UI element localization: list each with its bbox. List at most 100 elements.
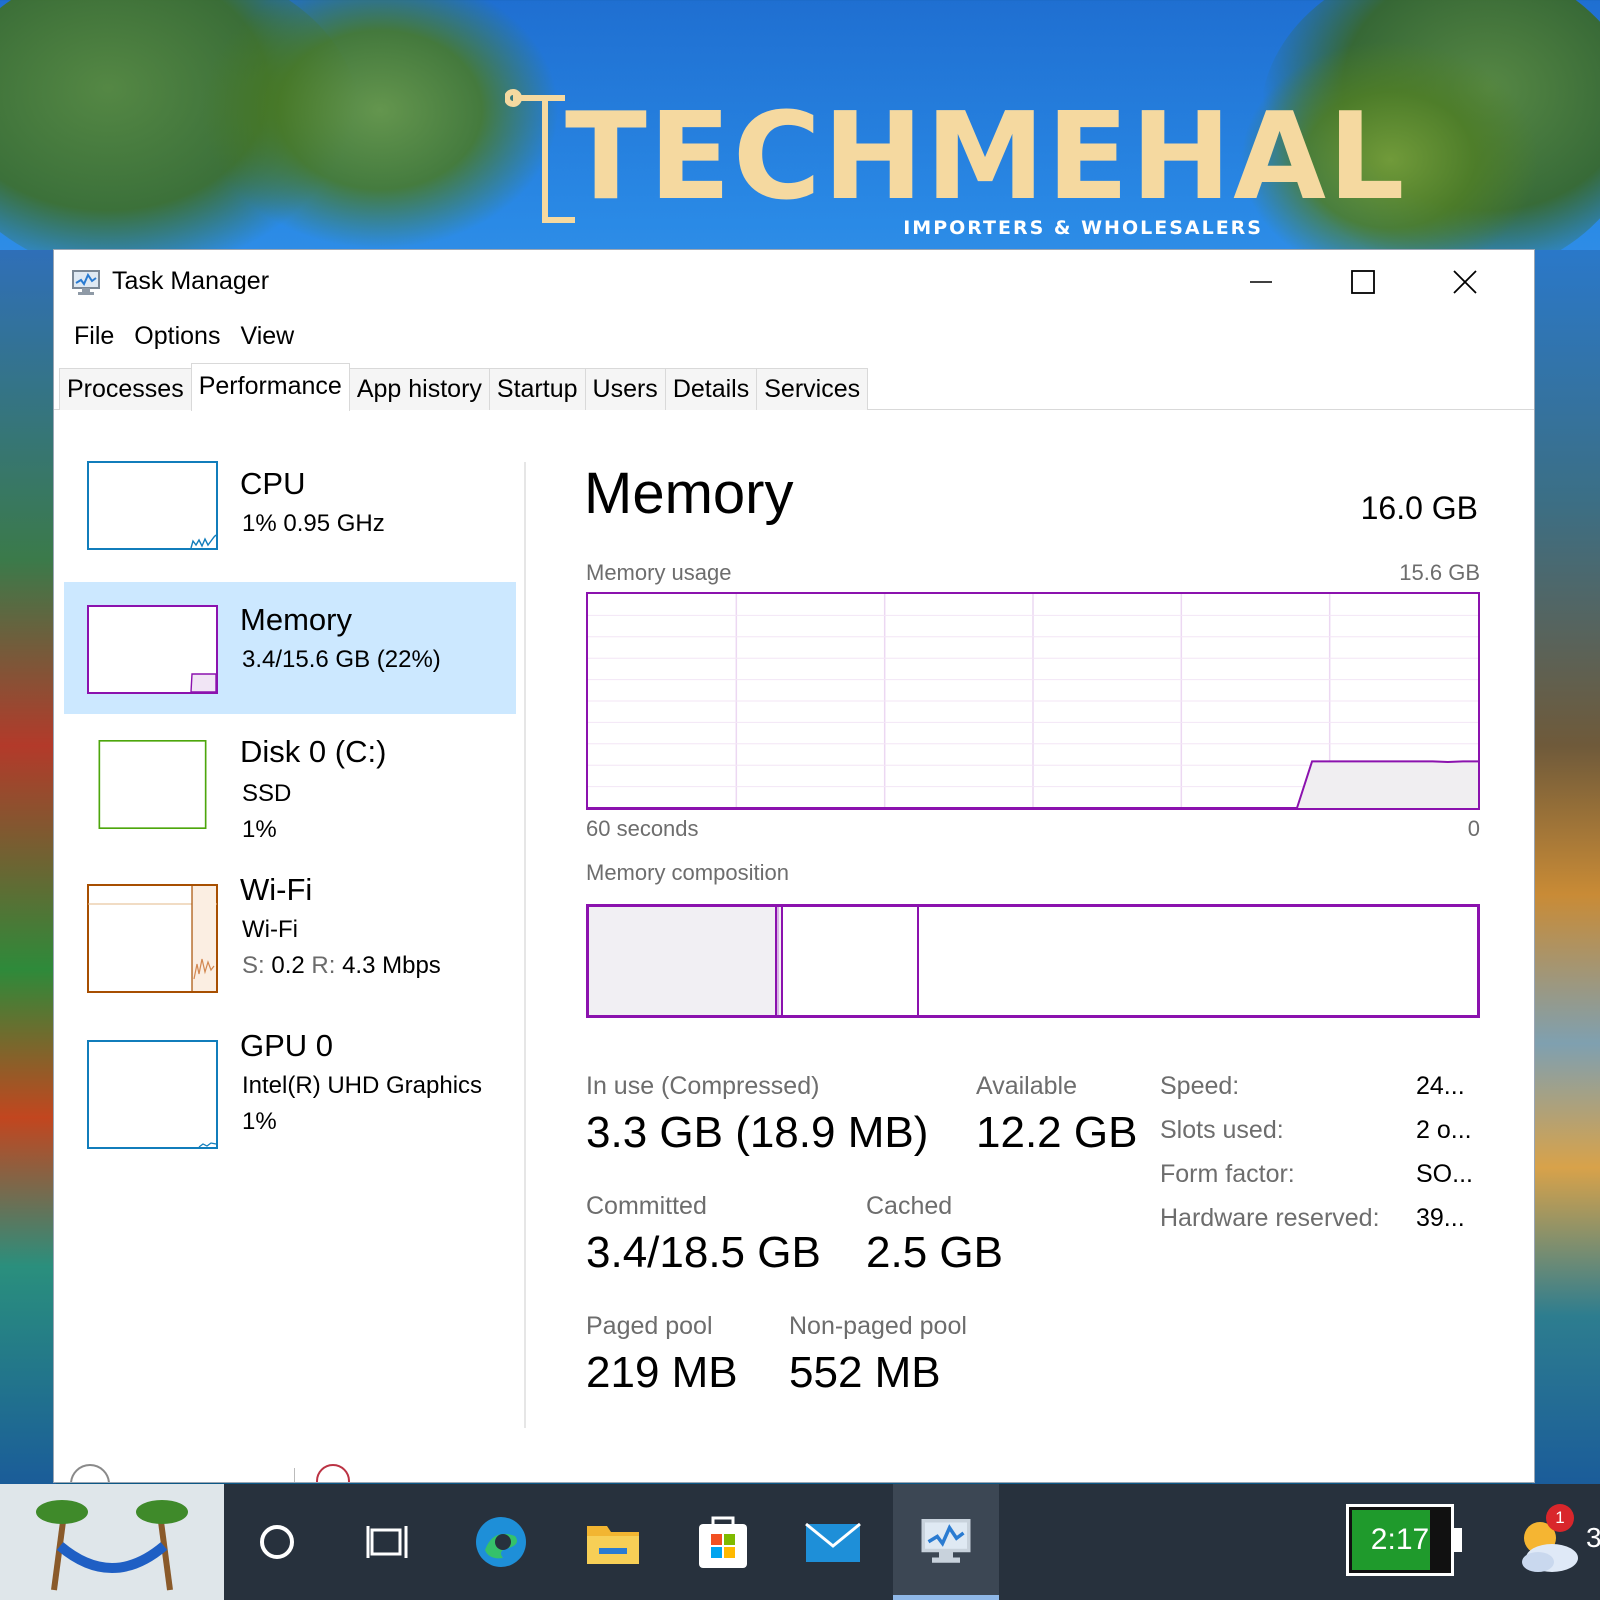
in-use-value: 3.3 GB (18.9 MB) bbox=[586, 1108, 929, 1157]
tab-processes[interactable]: Processes bbox=[59, 368, 192, 410]
sidebar-memory-title: Memory bbox=[240, 602, 352, 637]
resource-monitor-icon[interactable] bbox=[316, 1464, 350, 1482]
title-bar[interactable]: Task Manager bbox=[54, 250, 1534, 314]
notification-badge: 1 bbox=[1546, 1504, 1574, 1532]
sidebar-wifi-title: Wi-Fi bbox=[240, 872, 313, 907]
graph-time-end: 0 bbox=[1467, 816, 1480, 841]
paged-pool-value: 219 MB bbox=[586, 1348, 738, 1397]
tab-app-history[interactable]: App history bbox=[348, 368, 490, 410]
sidebar-item-disk[interactable]: Disk 0 (C:) SSD 1% bbox=[64, 716, 516, 848]
start-wallpaper-icon bbox=[32, 1490, 192, 1594]
wifi-thumbnail-graph bbox=[87, 884, 218, 993]
search-button[interactable] bbox=[224, 1484, 330, 1600]
composition-segment-free[interactable] bbox=[919, 907, 1477, 1015]
task-manager-window: Task Manager File Options View Processes… bbox=[54, 250, 1534, 1482]
tab-services[interactable]: Services bbox=[756, 368, 869, 410]
wifi-recv-label: R: bbox=[311, 952, 336, 979]
form-factor-value: SO... bbox=[1416, 1160, 1473, 1188]
sidebar-gpu-usage: 1% bbox=[242, 1108, 277, 1135]
window-footer bbox=[54, 1450, 1534, 1482]
cpu-thumbnail-graph bbox=[87, 461, 218, 550]
taskbar: 2:17 1 3 bbox=[0, 1484, 1600, 1600]
wifi-recv-value: 4.3 Mbps bbox=[342, 952, 441, 979]
close-button[interactable] bbox=[1421, 258, 1509, 306]
wallpaper-logo: TECHMEHAL IMPORTERS & WHOLESALERS bbox=[505, 70, 1404, 245]
in-use-label: In use (Compressed) bbox=[586, 1072, 820, 1100]
minimize-button[interactable] bbox=[1217, 258, 1305, 306]
sidebar-cpu-title: CPU bbox=[240, 466, 306, 501]
sidebar-item-memory[interactable]: Memory 3.4/15.6 GB (22%) bbox=[64, 582, 516, 714]
disk-thumbnail-graph bbox=[87, 740, 218, 829]
page-title: Memory bbox=[584, 461, 794, 526]
menu-view[interactable]: View bbox=[230, 322, 304, 351]
performance-sidebar: CPU 1% 0.95 GHz Memory 3.4/15.6 GB (22%)… bbox=[64, 420, 518, 1420]
slots-used-value: 2 o... bbox=[1416, 1116, 1472, 1144]
mail-icon bbox=[805, 1522, 861, 1562]
sidebar-item-cpu[interactable]: CPU 1% 0.95 GHz bbox=[64, 448, 516, 580]
non-paged-pool-label: Non-paged pool bbox=[789, 1312, 967, 1340]
memory-usage-max: 15.6 GB bbox=[1399, 560, 1480, 585]
memory-thumbnail-graph bbox=[87, 605, 218, 694]
paged-pool-label: Paged pool bbox=[586, 1312, 713, 1340]
memory-usage-graph bbox=[586, 592, 1480, 810]
menu-bar: File Options View bbox=[54, 314, 1534, 358]
window-title: Task Manager bbox=[112, 267, 270, 295]
sidebar-divider bbox=[524, 462, 526, 1428]
wifi-send-value: 0.2 bbox=[271, 952, 305, 979]
sidebar-gpu-title: GPU 0 bbox=[240, 1028, 334, 1063]
composition-segment-in-use[interactable] bbox=[589, 907, 777, 1015]
cached-value: 2.5 GB bbox=[866, 1228, 1003, 1277]
store-icon bbox=[699, 1516, 747, 1568]
form-factor-label: Form factor: bbox=[1160, 1160, 1295, 1188]
taskbar-clock[interactable]: 2:17 bbox=[1346, 1504, 1454, 1576]
tab-users[interactable]: Users bbox=[584, 368, 666, 410]
store-button[interactable] bbox=[670, 1484, 776, 1600]
speed-value: 24... bbox=[1416, 1072, 1465, 1100]
task-view-icon bbox=[366, 1526, 408, 1558]
footer-separator bbox=[294, 1468, 295, 1482]
maximize-icon bbox=[1351, 270, 1375, 294]
edge-icon bbox=[476, 1517, 526, 1567]
memory-composition-label: Memory composition bbox=[586, 860, 789, 885]
slots-used-label: Slots used: bbox=[1160, 1116, 1284, 1144]
sidebar-memory-detail: 3.4/15.6 GB (22%) bbox=[242, 646, 441, 673]
tab-startup[interactable]: Startup bbox=[488, 368, 586, 410]
file-explorer-button[interactable] bbox=[560, 1484, 666, 1600]
sidebar-disk-type: SSD bbox=[242, 780, 292, 807]
non-paged-pool-value: 552 MB bbox=[789, 1348, 941, 1397]
battery-cap bbox=[1454, 1528, 1462, 1552]
minimize-icon bbox=[1250, 281, 1272, 283]
task-manager-taskbar-button[interactable] bbox=[893, 1484, 999, 1600]
sidebar-disk-title: Disk 0 (C:) bbox=[240, 734, 387, 769]
memory-composition-bar[interactable] bbox=[586, 904, 1480, 1018]
hardware-reserved-label: Hardware reserved: bbox=[1160, 1204, 1380, 1232]
tab-performance[interactable]: Performance bbox=[190, 363, 350, 411]
task-view-button[interactable] bbox=[334, 1484, 440, 1600]
menu-options[interactable]: Options bbox=[124, 322, 230, 351]
composition-segment-standby[interactable] bbox=[782, 907, 920, 1015]
taskbar-overflow-text: 3 bbox=[1586, 1522, 1600, 1553]
close-icon bbox=[1453, 270, 1477, 294]
sidebar-gpu-model: Intel(R) UHD Graphics bbox=[242, 1072, 483, 1099]
task-manager-icon bbox=[921, 1518, 971, 1563]
available-value: 12.2 GB bbox=[976, 1108, 1138, 1157]
start-button[interactable] bbox=[0, 1484, 224, 1600]
mail-button[interactable] bbox=[780, 1484, 886, 1600]
gpu-thumbnail-graph bbox=[87, 1040, 218, 1149]
edge-button[interactable] bbox=[448, 1484, 554, 1600]
sidebar-item-gpu[interactable]: GPU 0 Intel(R) UHD Graphics 1% bbox=[64, 1028, 516, 1160]
logo-subtitle: IMPORTERS & WHOLESALERS bbox=[903, 217, 1263, 239]
cached-label: Cached bbox=[866, 1192, 953, 1220]
fewer-details-icon[interactable] bbox=[70, 1464, 110, 1482]
wallpaper-right-scene bbox=[1532, 250, 1600, 1490]
available-label: Available bbox=[976, 1072, 1078, 1100]
graph-time-span: 60 seconds bbox=[586, 816, 699, 841]
sidebar-item-wifi[interactable]: Wi-Fi Wi-Fi S: 0.2 R: 4.3 Mbps bbox=[64, 872, 516, 1004]
memory-total: 16.0 GB bbox=[1360, 490, 1478, 526]
maximize-button[interactable] bbox=[1319, 258, 1407, 306]
file-explorer-icon bbox=[587, 1526, 639, 1564]
sidebar-disk-usage: 1% bbox=[242, 816, 277, 843]
menu-file[interactable]: File bbox=[64, 322, 124, 351]
wifi-send-label: S: bbox=[242, 952, 265, 979]
tab-details[interactable]: Details bbox=[664, 368, 758, 410]
